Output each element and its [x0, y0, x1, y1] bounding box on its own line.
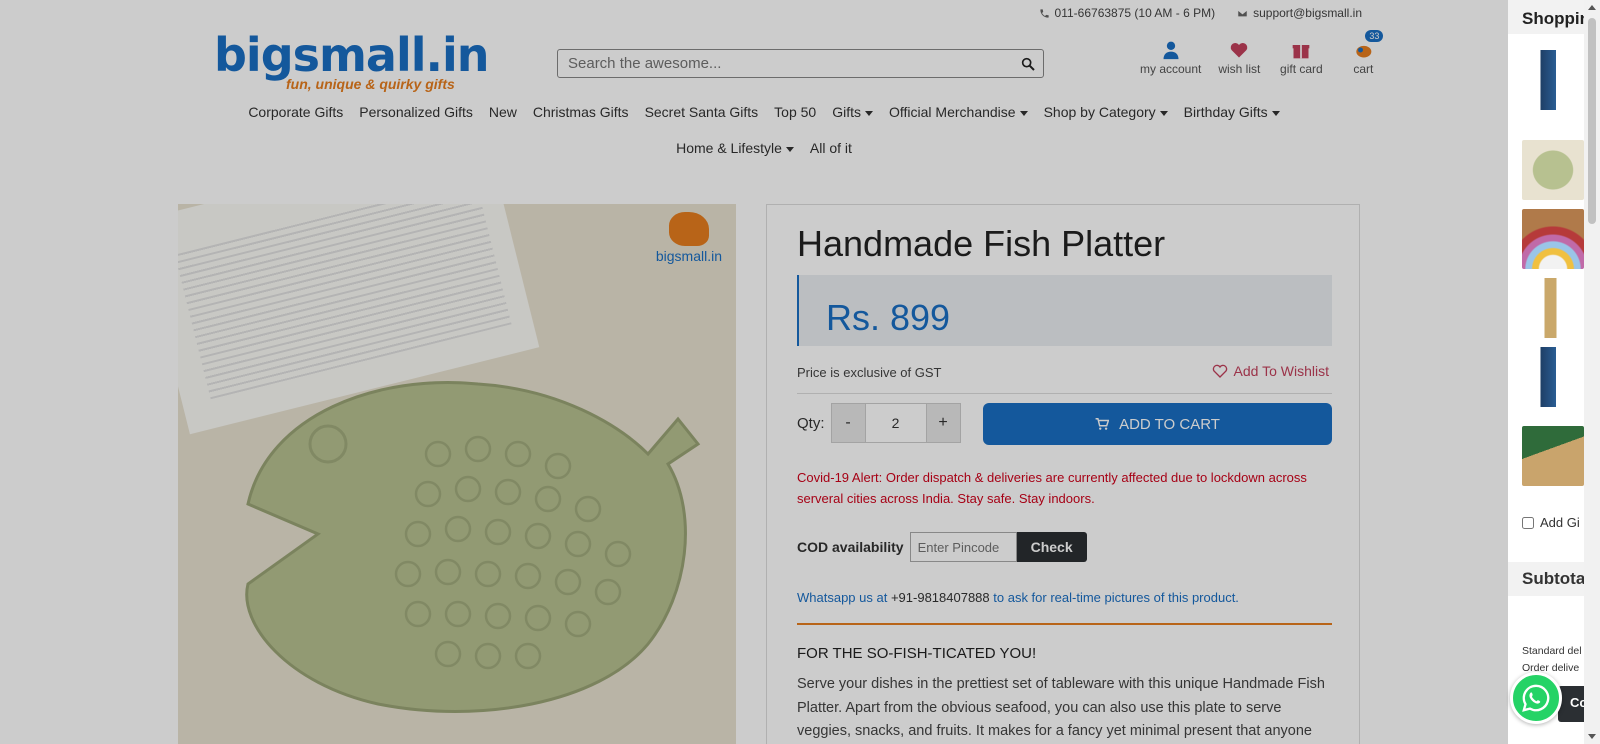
whatsapp-post: to ask for real-time pictures of this pr… — [993, 590, 1239, 605]
main-page: 011-66763875 (10 AM - 6 PM) support@bigs… — [0, 0, 1508, 744]
add-gift-wrap-option[interactable]: Add Gi — [1522, 515, 1580, 530]
phone-contact[interactable]: 011-66763875 (10 AM - 6 PM) — [1039, 6, 1216, 20]
my-account-link[interactable]: my account — [1140, 40, 1201, 76]
gift-icon — [1293, 45, 1310, 59]
search-bar — [557, 49, 1044, 78]
price-box: Rs. 899 — [797, 275, 1332, 346]
email-text: support@bigsmall.in — [1253, 6, 1362, 20]
image-watermark: bigsmall.in — [656, 212, 722, 264]
nav-row-2: Home & Lifestyle All of it — [0, 140, 1508, 156]
nav-christmas-gifts[interactable]: Christmas Gifts — [533, 104, 629, 120]
nav-official-merchandise-dropdown[interactable]: Official Merchandise — [889, 104, 1028, 120]
nav-birthday-gifts-dropdown[interactable]: Birthday Gifts — [1184, 104, 1280, 120]
heart-outline-icon — [1212, 364, 1227, 378]
cart-item-thumb-rainbow[interactable] — [1522, 209, 1584, 269]
add-to-cart-label: ADD TO CART — [1119, 415, 1220, 433]
logo-brand: bigsmall.in — [214, 28, 490, 82]
cart-icon — [1095, 418, 1110, 430]
covid-alert: Covid-19 Alert: Order dispatch & deliver… — [797, 470, 1307, 506]
cart-item-thumb-fish-platter[interactable] — [1522, 140, 1584, 200]
cod-label: COD availability — [797, 539, 904, 555]
top-contact-bar: 011-66763875 (10 AM - 6 PM) support@bigs… — [1039, 6, 1362, 20]
search-icon — [1021, 57, 1035, 71]
product-title: Handmade Fish Platter — [797, 223, 1166, 264]
shipping-line-1: Standard del — [1522, 645, 1582, 657]
wishlist-link[interactable]: wish list — [1215, 40, 1263, 76]
nav-row-1: Corporate Gifts Personalized Gifts New C… — [0, 104, 1508, 120]
drawer-scrollbar[interactable] — [1584, 0, 1600, 744]
heart-icon — [1231, 42, 1248, 58]
qty-decrease-button[interactable]: - — [830, 403, 866, 443]
product-details-card: Handmade Fish Platter Rs. 899 Price is e… — [766, 204, 1360, 744]
watermark-text: bigsmall.in — [655, 248, 722, 264]
qty-label: Qty: — [797, 414, 825, 432]
email-contact[interactable]: support@bigsmall.in — [1237, 6, 1362, 20]
nav-home-lifestyle-dropdown[interactable]: Home & Lifestyle — [676, 140, 794, 156]
product-price: Rs. 899 — [826, 297, 951, 338]
scroll-down-arrow-icon[interactable] — [1588, 734, 1596, 739]
cart-link[interactable]: 33 cart — [1339, 30, 1387, 76]
nav-secret-santa-gifts[interactable]: Secret Santa Gifts — [645, 104, 759, 120]
check-pincode-button[interactable]: Check — [1016, 532, 1087, 562]
phone-text: 011-66763875 (10 AM - 6 PM) — [1054, 6, 1216, 20]
fish-platter-illustration — [245, 381, 701, 713]
whatsapp-note: Whatsapp us at +91-9818407888 to ask for… — [797, 590, 1239, 605]
cod-checker: COD availability Check — [797, 532, 1087, 562]
pincode-input[interactable] — [909, 532, 1017, 562]
whatsapp-pre: Whatsapp us at — [797, 590, 888, 605]
product-description: Serve your dishes in the prettiest set o… — [797, 676, 1325, 739]
cart-item-thumb-gift-box[interactable] — [1522, 426, 1584, 486]
description-heading: FOR THE SO-FISH-TICATED YOU! — [797, 645, 1037, 662]
search-button[interactable] — [1013, 56, 1043, 72]
nav-gifts-dropdown[interactable]: Gifts — [832, 104, 873, 120]
cart-item-thumb-bottle-blue[interactable] — [1522, 50, 1584, 110]
gift-card-link[interactable]: gift card — [1277, 40, 1325, 76]
add-to-wishlist-button[interactable]: Add To Wishlist — [1212, 363, 1329, 379]
site-logo[interactable]: bigsmall.in fun, unique & quirky gifts — [214, 28, 490, 92]
my-account-label: my account — [1140, 62, 1202, 76]
phone-icon — [1039, 8, 1049, 18]
nav-all-of-it[interactable]: All of it — [810, 140, 852, 156]
nav-corporate-gifts[interactable]: Corporate Gifts — [248, 104, 343, 120]
main-navigation: Corporate Gifts Personalized Gifts New C… — [0, 104, 1508, 176]
qty-increase-button[interactable]: + — [925, 403, 961, 443]
user-icon — [1163, 41, 1179, 60]
nav-top-50[interactable]: Top 50 — [774, 104, 816, 120]
whatsapp-number[interactable]: +91-9818407888 — [891, 590, 990, 605]
nav-shop-by-category-dropdown[interactable]: Shop by Category — [1044, 104, 1168, 120]
scrollbar-thumb[interactable] — [1588, 18, 1596, 224]
header-icons: my account wish list gift card 33 cart — [1140, 30, 1387, 76]
orange-divider — [797, 623, 1332, 625]
gift-wrap-label: Add Gi — [1540, 515, 1580, 530]
gift-card-label: gift card — [1280, 62, 1323, 76]
cart-label: cart — [1353, 62, 1374, 76]
quantity-stepper: Qty: - 2 + — [797, 403, 961, 443]
cart-item-thumb-bamboo-bottle[interactable] — [1522, 278, 1584, 338]
whatsapp-icon — [1522, 684, 1550, 712]
cart-item-thumb-bottle-navy[interactable] — [1522, 347, 1584, 407]
whatsapp-chat-button[interactable] — [1510, 672, 1562, 724]
shopping-cart-drawer: Shoppin Add Gi Subtota Standard del Orde… — [1508, 0, 1600, 744]
qty-value[interactable]: 2 — [865, 403, 926, 443]
cart-count-badge: 33 — [1365, 30, 1384, 42]
cart-elephant-icon — [1356, 45, 1372, 58]
search-input[interactable] — [558, 50, 1013, 77]
gst-note: Price is exclusive of GST — [797, 365, 942, 380]
scroll-up-arrow-icon[interactable] — [1588, 5, 1596, 10]
divider — [797, 393, 1332, 394]
nav-new[interactable]: New — [489, 104, 517, 120]
wishlist-label: wish list — [1218, 62, 1261, 76]
wishlist-text: Add To Wishlist — [1233, 363, 1329, 379]
mail-icon — [1237, 9, 1248, 17]
elephant-logo-icon — [668, 212, 709, 246]
product-image[interactable]: bigsmall.in — [178, 204, 736, 744]
add-to-cart-button[interactable]: ADD TO CART — [983, 403, 1332, 445]
gift-wrap-checkbox[interactable] — [1522, 516, 1534, 529]
nav-personalized-gifts[interactable]: Personalized Gifts — [359, 104, 473, 120]
